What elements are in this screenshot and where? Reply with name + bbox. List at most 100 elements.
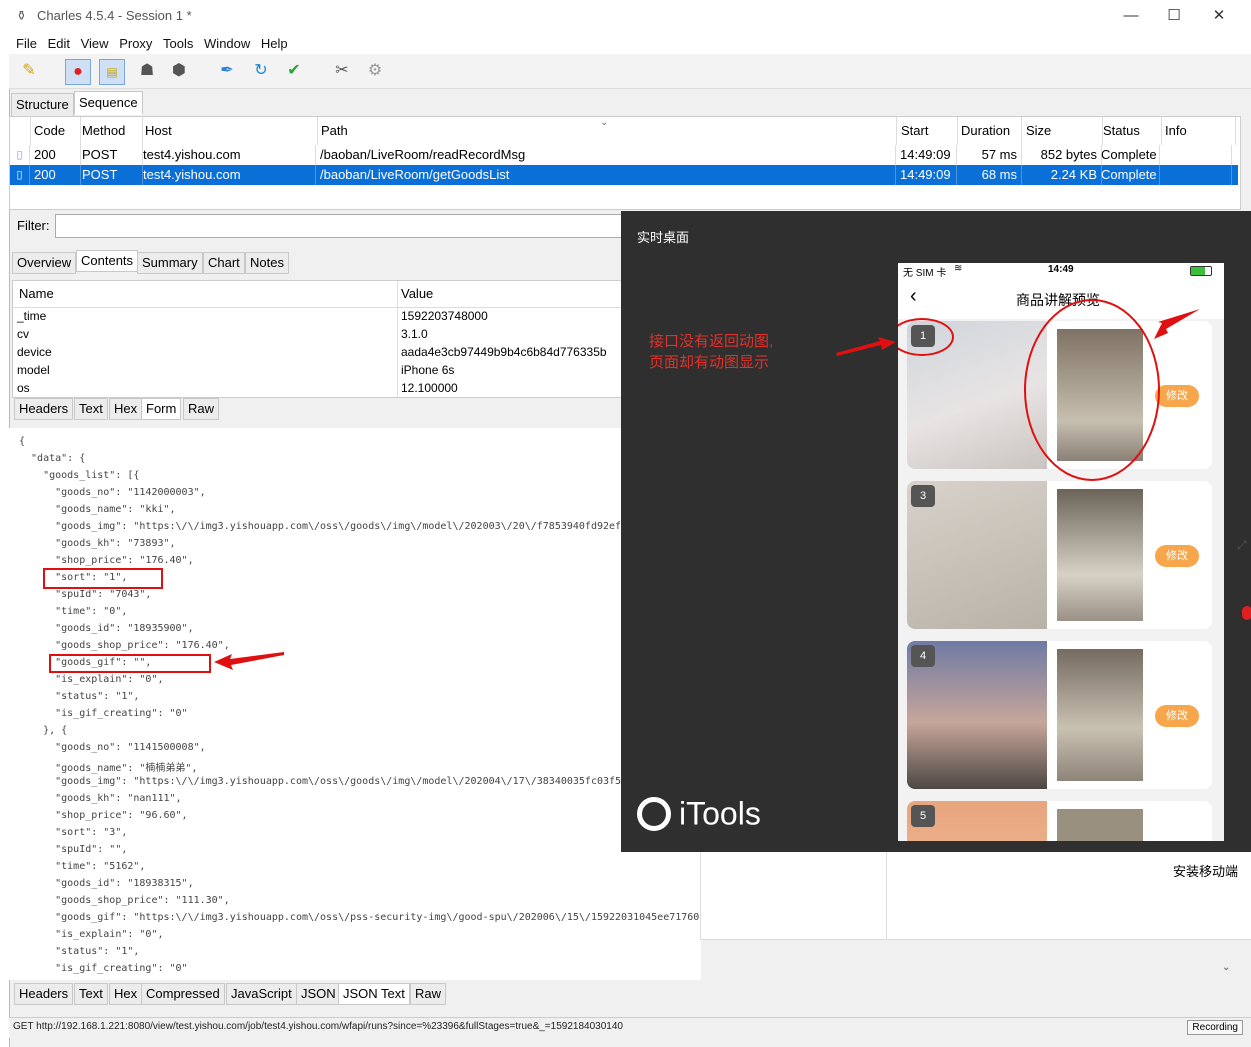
column-method[interactable]: Method <box>80 117 143 145</box>
column-duration[interactable]: Duration <box>957 117 1022 145</box>
filter-label: Filter: <box>17 218 50 233</box>
json-line: "goods_name": "kki", <box>19 504 176 515</box>
json-line: "spuId": "7043", <box>19 589 152 600</box>
response-tab-json-text[interactable]: JSON Text <box>338 983 410 1005</box>
request-tab-text[interactable]: Text <box>74 398 108 420</box>
column-host[interactable]: Host <box>142 117 318 145</box>
cell-code: 200 <box>30 165 81 185</box>
annotation-arrow-icon <box>214 652 284 670</box>
tab-sequence[interactable]: Sequence <box>74 91 143 115</box>
tab-overview[interactable]: Overview <box>12 252 77 274</box>
response-tab-json[interactable]: JSON <box>296 983 341 1005</box>
cell-status: Complete <box>1100 165 1160 185</box>
json-line: "goods_id": "18935900", <box>19 623 194 634</box>
throttle-icon[interactable]: ▤ <box>99 59 125 85</box>
table-row-selected[interactable]: ▯ 200 POST test4.yishou.com /baoban/Live… <box>10 165 1238 185</box>
menu-help[interactable]: Help <box>261 36 288 51</box>
column-info[interactable]: Info <box>1161 117 1236 145</box>
menu-view[interactable]: View <box>81 36 109 51</box>
window-title: Charles 4.5.4 - Session 1 * <box>37 8 192 23</box>
request-tab-headers[interactable]: Headers <box>14 398 74 420</box>
tab-contents[interactable]: Contents <box>76 250 139 272</box>
install-mobile-label[interactable]: 安装移动端 <box>1173 861 1238 880</box>
cell-path: /baoban/LiveRoom/readRecordMsg <box>318 145 896 165</box>
form-header-value[interactable]: Value <box>401 285 433 303</box>
form-value: 3.1.0 <box>401 327 428 341</box>
table-row[interactable]: ▯ 200 POST test4.yishou.com /baoban/Live… <box>10 145 1238 165</box>
goods-card[interactable]: 5 <box>907 801 1212 841</box>
settings-gear-icon[interactable]: ⚙ <box>363 59 387 83</box>
cell-size: 2.24 KB <box>1021 165 1102 185</box>
cell-method: POST <box>80 165 143 185</box>
request-tab-hex[interactable]: Hex <box>109 398 143 420</box>
close-icon[interactable]: ✕ <box>1197 4 1241 28</box>
phone-status-bar: 无 SIM 卡 ≋ 14:49 <box>898 263 1224 279</box>
edit-button[interactable]: 修改 <box>1155 705 1199 727</box>
json-line: "goods_name": "楠楠弟弟", <box>19 763 198 774</box>
json-line: "goods_list": [{ <box>19 470 140 481</box>
tab-notes[interactable]: Notes <box>245 252 289 274</box>
cell-duration: 57 ms <box>957 145 1022 165</box>
response-tab-raw[interactable]: Raw <box>410 983 447 1005</box>
turtle-icon[interactable]: ☗ <box>135 59 159 83</box>
form-table: Name Value _time 1592203748000 cv 3.1.0 … <box>12 280 626 398</box>
goods-card[interactable]: 3 修改 <box>907 481 1212 629</box>
compose-icon[interactable]: ✒ <box>215 59 239 83</box>
tab-structure[interactable]: Structure <box>11 93 74 117</box>
edit-button[interactable]: 修改 <box>1155 385 1199 407</box>
goods-sort-badge: 4 <box>911 645 935 667</box>
edit-button[interactable]: 修改 <box>1155 545 1199 567</box>
minimize-icon[interactable]: — <box>1109 4 1153 28</box>
goods-card[interactable]: 4 修改 <box>907 641 1212 789</box>
cell-method: POST <box>80 145 143 165</box>
table-header: Code Method Host Path Start Duration Siz… <box>10 117 1238 145</box>
column-size[interactable]: Size <box>1021 117 1103 145</box>
response-tab-headers[interactable]: Headers <box>14 983 74 1005</box>
recording-indicator: Recording <box>1187 1020 1243 1035</box>
request-icon: ▯ <box>10 165 30 185</box>
form-header-name[interactable]: Name <box>19 285 54 303</box>
json-line: "goods_img": "https:\/\/img3.yishouapp.c… <box>19 521 628 532</box>
json-line: "is_explain": "0", <box>19 929 164 940</box>
status-bar: GET http://192.168.1.221:8080/view/test.… <box>9 1017 1251 1038</box>
maximize-icon[interactable]: ☐ <box>1152 4 1196 28</box>
tools-icon[interactable]: ✂ <box>330 59 354 83</box>
json-line: }, { <box>19 725 68 736</box>
cell-size: 852 bytes <box>1021 145 1102 165</box>
back-chevron-icon[interactable]: ‹ <box>910 285 917 308</box>
json-response-body[interactable]: { "data": { "goods_list": [{ "goods_no":… <box>9 428 701 980</box>
menu-proxy[interactable]: Proxy <box>119 36 152 51</box>
request-tab-form[interactable]: Form <box>141 398 182 420</box>
response-tab-text[interactable]: Text <box>74 983 108 1005</box>
tab-chart[interactable]: Chart <box>203 252 245 274</box>
form-key: os <box>17 381 30 395</box>
filter-input[interactable] <box>55 214 627 238</box>
tab-summary[interactable]: Summary <box>137 252 203 274</box>
column-start[interactable]: Start <box>897 117 958 145</box>
column-status[interactable]: Status <box>1100 117 1162 145</box>
scroll-down-icon[interactable]: ⌄ <box>1222 962 1230 973</box>
response-tab-compressed[interactable]: Compressed <box>141 983 225 1005</box>
breakpoint-icon[interactable]: ⬢ <box>167 59 191 83</box>
record-icon[interactable]: ● <box>65 59 91 85</box>
goods-sort-badge: 3 <box>911 485 935 507</box>
broom-icon[interactable]: ✎ <box>17 59 41 83</box>
response-tab-javascript[interactable]: JavaScript <box>226 983 297 1005</box>
validate-icon[interactable]: ✔ <box>282 59 306 83</box>
battery-icon <box>1190 266 1212 276</box>
column-code[interactable]: Code <box>30 117 81 145</box>
response-tab-hex[interactable]: Hex <box>109 983 143 1005</box>
menu-edit[interactable]: Edit <box>48 36 70 51</box>
menu-tools[interactable]: Tools <box>163 36 193 51</box>
status-url: GET http://192.168.1.221:8080/view/test.… <box>13 1021 623 1032</box>
menu-file[interactable]: File <box>16 36 37 51</box>
menu-bar: File Edit View Proxy Tools Window Help <box>9 32 1251 54</box>
expand-icon[interactable]: ⤢ <box>1237 538 1247 553</box>
repeat-icon[interactable]: ↻ <box>249 59 273 83</box>
json-line: "goods_no": "1141500008", <box>19 742 206 753</box>
json-line: "is_explain": "0", <box>19 674 164 685</box>
request-tab-raw[interactable]: Raw <box>183 398 220 420</box>
menu-window[interactable]: Window <box>204 36 250 51</box>
form-key: device <box>17 345 52 359</box>
json-line: "sort": "3", <box>19 827 128 838</box>
